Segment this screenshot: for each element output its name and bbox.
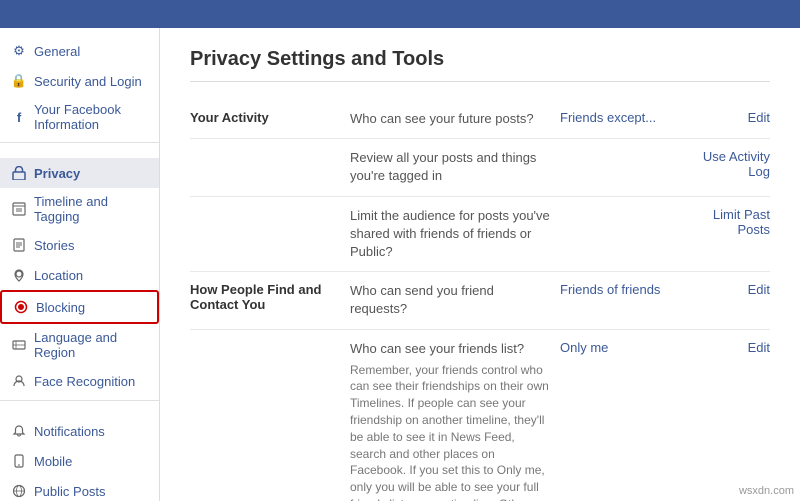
- section-label: How People Find and Contact You: [190, 282, 350, 312]
- sidebar-item-location[interactable]: Location: [0, 260, 159, 290]
- edit-link[interactable]: Edit: [748, 110, 770, 125]
- sidebar: ⚙ General 🔒 Security and Login f Your Faceboo…: [0, 28, 160, 501]
- settings-row: Limit the audience for posts you've shar…: [190, 197, 770, 273]
- main-container: ⚙ General 🔒 Security and Login f Your Faceboo…: [0, 28, 800, 501]
- timeline-tagging-icon: [10, 200, 28, 218]
- settings-row: Who can see your friends list?Remember, …: [190, 330, 770, 501]
- sidebar-item-notifications[interactable]: Notifications: [0, 416, 159, 446]
- sidebar-item-mobile[interactable]: Mobile: [0, 446, 159, 476]
- location-icon: [10, 266, 28, 284]
- row-description: Who can see your friends list?Remember, …: [350, 340, 560, 501]
- sidebar-item-label-mobile: Mobile: [34, 454, 72, 469]
- sidebar-item-label-language-region: Language and Region: [34, 330, 149, 360]
- sidebar-item-label-notifications: Notifications: [34, 424, 105, 439]
- sidebar-item-label-privacy: Privacy: [34, 166, 80, 181]
- row-description: Who can see your future posts?: [350, 110, 560, 128]
- blocking-icon: [12, 298, 30, 316]
- sidebar-item-label-blocking: Blocking: [36, 300, 85, 315]
- sidebar-item-label-face-recognition: Face Recognition: [34, 374, 135, 389]
- notifications-icon: [10, 422, 28, 440]
- settings-row: How People Find and Contact YouWho can s…: [190, 272, 770, 329]
- sidebar-item-label-stories: Stories: [34, 238, 74, 253]
- sidebar-item-label-location: Location: [34, 268, 83, 283]
- settings-container: Your ActivityWho can see your future pos…: [190, 100, 770, 501]
- sidebar-item-blocking[interactable]: Blocking: [0, 290, 159, 324]
- row-action[interactable]: Use Activity Log: [690, 149, 770, 179]
- sidebar-item-privacy[interactable]: Privacy: [0, 158, 159, 188]
- row-description: Limit the audience for posts you've shar…: [350, 207, 560, 262]
- sidebar-item-label-timeline-tagging: Timeline and Tagging: [34, 194, 149, 224]
- general-icon: ⚙: [10, 42, 28, 60]
- sidebar-item-general[interactable]: ⚙ General: [0, 36, 159, 66]
- privacy-icon: [10, 164, 28, 182]
- sidebar-item-face-recognition[interactable]: Face Recognition: [0, 366, 159, 396]
- row-value: Friends except...: [560, 110, 690, 125]
- row-action[interactable]: Limit Past Posts: [690, 207, 770, 237]
- facebook-info-icon: f: [10, 108, 28, 126]
- sidebar-item-facebook-info[interactable]: f Your Facebook Information: [0, 96, 159, 138]
- language-region-icon: [10, 336, 28, 354]
- content-area: Privacy Settings and Tools Your Activity…: [160, 28, 800, 501]
- row-action[interactable]: Edit: [690, 110, 770, 125]
- row-description: Review all your posts and things you're …: [350, 149, 560, 185]
- sidebar-item-language-region[interactable]: Language and Region: [0, 324, 159, 366]
- watermark: wsxdn.com: [739, 485, 794, 497]
- settings-row: Your ActivityWho can see your future pos…: [190, 100, 770, 139]
- top-bar: [0, 0, 800, 28]
- settings-row: Review all your posts and things you're …: [190, 139, 770, 196]
- row-description: Who can send you friend requests?: [350, 282, 560, 318]
- mobile-icon: [10, 452, 28, 470]
- stories-icon: [10, 236, 28, 254]
- sidebar-item-label-general: General: [34, 44, 80, 59]
- sidebar-item-label-facebook-info: Your Facebook Information: [34, 102, 149, 132]
- row-value: Friends of friends: [560, 282, 690, 297]
- sidebar-item-stories[interactable]: Stories: [0, 230, 159, 260]
- public-posts-icon: [10, 482, 28, 500]
- edit-link[interactable]: Edit: [748, 282, 770, 297]
- sidebar-item-label-public-posts: Public Posts: [34, 484, 106, 499]
- row-note: Remember, your friends control who can s…: [350, 362, 550, 501]
- security-login-icon: 🔒: [10, 72, 28, 90]
- row-value: Only me: [560, 340, 690, 355]
- edit-link[interactable]: Edit: [748, 340, 770, 355]
- sidebar-item-security-login[interactable]: 🔒 Security and Login: [0, 66, 159, 96]
- sidebar-item-label-security-login: Security and Login: [34, 74, 142, 89]
- face-recognition-icon: [10, 372, 28, 390]
- page-title: Privacy Settings and Tools: [190, 48, 770, 82]
- row-action[interactable]: Edit: [690, 340, 770, 355]
- edit-link[interactable]: Use Activity Log: [703, 149, 770, 179]
- sidebar-item-timeline-tagging[interactable]: Timeline and Tagging: [0, 188, 159, 230]
- sidebar-item-public-posts[interactable]: Public Posts: [0, 476, 159, 501]
- row-action[interactable]: Edit: [690, 282, 770, 297]
- edit-link[interactable]: Limit Past Posts: [713, 207, 770, 237]
- section-label: Your Activity: [190, 110, 350, 125]
